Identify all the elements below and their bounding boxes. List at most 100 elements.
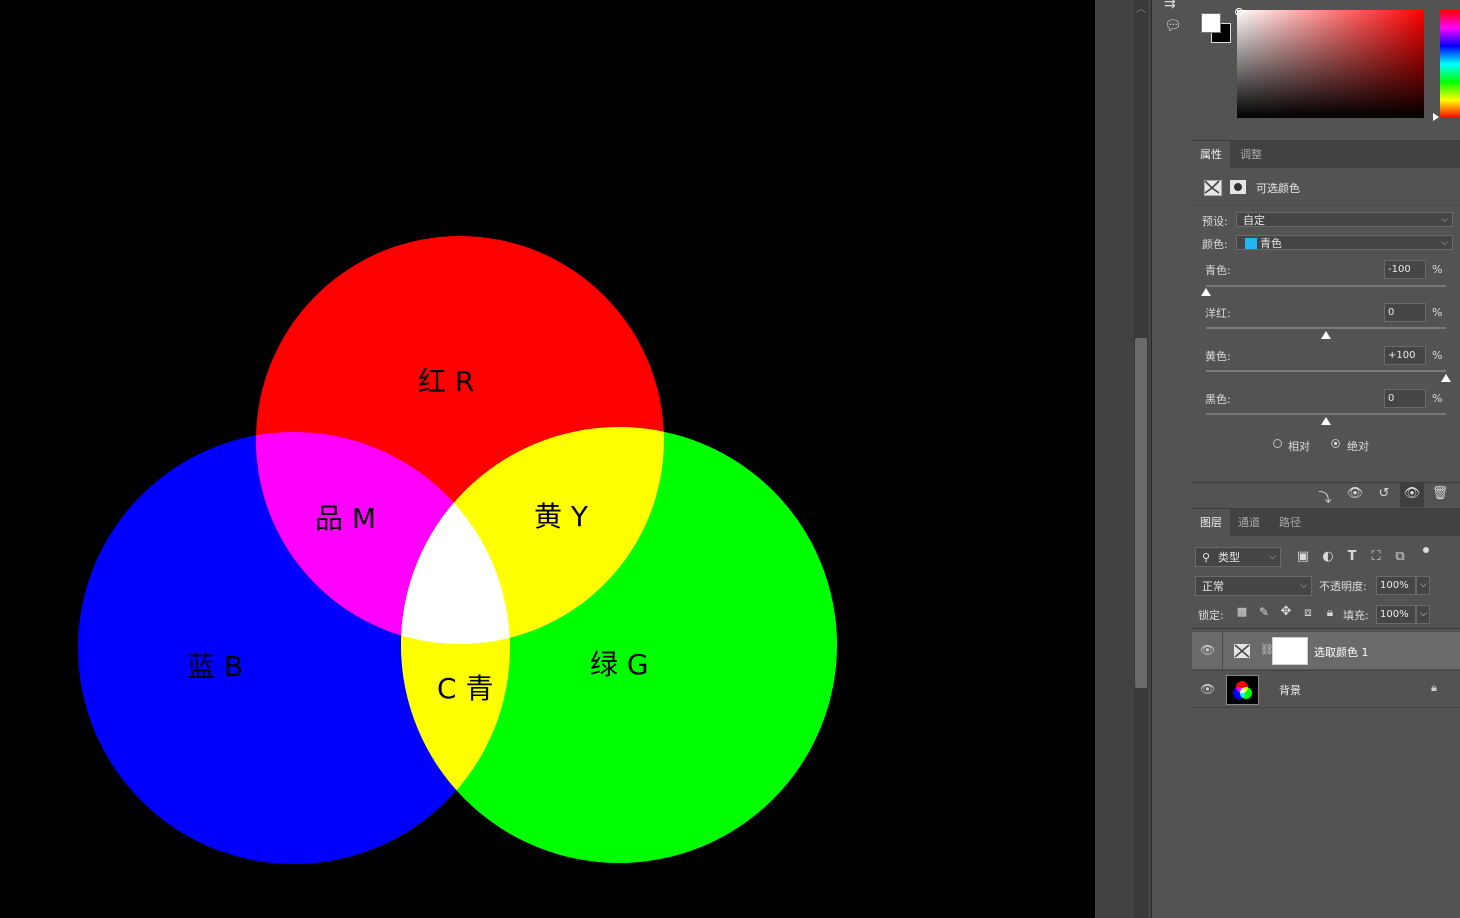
color-label: 颜色: — [1202, 238, 1228, 251]
magenta-slider-label: 洋红: — [1205, 307, 1231, 320]
cyan-unit: % — [1432, 263, 1443, 276]
filter-type-icon[interactable]: T — [1344, 549, 1360, 564]
cyan-slider-track[interactable] — [1206, 285, 1446, 287]
history-icon[interactable]: ⇶ — [1164, 0, 1176, 10]
preset-label: 预设: — [1202, 215, 1228, 228]
magenta-unit: % — [1432, 306, 1443, 319]
relative-radio[interactable] — [1273, 439, 1282, 448]
filter-smartobject-icon[interactable]: ⧉ — [1392, 549, 1408, 564]
cyan-value-input[interactable]: -100 — [1384, 260, 1426, 279]
panel-icon-strip: ⇶ 💬︎ — [1151, 0, 1193, 918]
color-field[interactable] — [1237, 10, 1424, 118]
chevron-down-icon: ⌵ — [1300, 581, 1307, 591]
yellow-unit: % — [1432, 349, 1443, 362]
black-unit: % — [1432, 392, 1443, 405]
hue-slider-thumb[interactable] — [1433, 113, 1439, 121]
chevron-down-icon: ⌵ — [1269, 552, 1276, 562]
opacity-input[interactable]: 100% — [1376, 576, 1416, 595]
layer-row-selective-color[interactable]: 👁︎ ⛓︎ 选取颜色 1 — [1192, 632, 1460, 669]
absolute-radio[interactable] — [1331, 439, 1340, 448]
filter-toggle-icon[interactable] — [1423, 547, 1429, 553]
visibility-toggle-button[interactable]: 👁︎ — [1400, 483, 1424, 507]
color-picker-marker[interactable] — [1235, 8, 1243, 16]
tab-paths[interactable]: 路径 — [1271, 509, 1309, 536]
scrollbar-thumb[interactable] — [1135, 338, 1147, 688]
black-slider-track[interactable] — [1206, 413, 1446, 415]
lock-all-icon[interactable]: 🔒︎ — [1322, 605, 1338, 620]
cyan-slider-label: 青色: — [1205, 264, 1231, 277]
black-slider-thumb[interactable] — [1321, 417, 1331, 425]
clip-to-layer-icon[interactable]: ⤵ — [1315, 487, 1335, 506]
properties-tabbar: 属性 调整 — [1192, 141, 1460, 168]
label-cyan: C 青 — [437, 672, 493, 705]
fill-input[interactable]: 100% — [1376, 605, 1416, 624]
yellow-slider-label: 黄色: — [1205, 350, 1231, 363]
opacity-label: 不透明度: — [1319, 580, 1367, 593]
view-previous-state-icon[interactable]: 👁︎ — [1344, 486, 1366, 501]
lock-icon: 🔒︎ — [1431, 681, 1437, 694]
filter-adjustment-icon[interactable]: ◐ — [1320, 549, 1336, 564]
filter-pixel-icon[interactable]: ▣ — [1295, 549, 1311, 564]
label-red: 红 R — [418, 365, 474, 398]
eye-icon: 👁︎ — [1403, 486, 1421, 501]
fill-dropdown-chevron-icon[interactable]: ⌵ — [1416, 605, 1430, 624]
layer-visibility-eye-icon[interactable]: 👁︎ — [1200, 643, 1215, 657]
layer-name[interactable]: 背景 — [1279, 682, 1301, 698]
blend-mode-value: 正常 — [1202, 580, 1224, 593]
hue-slider[interactable] — [1440, 10, 1460, 118]
tab-channels[interactable]: 通道 — [1230, 509, 1268, 536]
filter-shape-icon[interactable]: ⛶ — [1368, 549, 1384, 564]
chevron-down-icon: ⌵ — [1441, 215, 1448, 225]
color-swatch — [1245, 238, 1257, 249]
search-icon: ⚲ — [1202, 551, 1211, 564]
black-value-input[interactable]: 0 — [1384, 389, 1426, 408]
layer-mask-icon[interactable] — [1230, 180, 1246, 194]
comment-icon[interactable]: 💬︎ — [1164, 18, 1182, 34]
yellow-slider-track[interactable] — [1206, 370, 1446, 372]
preset-value: 自定 — [1243, 214, 1265, 227]
absolute-label: 绝对 — [1347, 440, 1369, 453]
lock-label: 锁定: — [1198, 609, 1224, 622]
layer-name[interactable]: 选取颜色 1 — [1314, 644, 1369, 660]
foreground-color-swatch[interactable] — [1201, 13, 1221, 33]
color-value: 青色 — [1260, 237, 1282, 250]
fill-label: 填充: — [1343, 609, 1369, 622]
cyan-slider-thumb[interactable] — [1201, 288, 1211, 296]
lock-position-move-icon[interactable]: ✥ — [1278, 604, 1294, 619]
label-magenta: 品 M — [315, 502, 376, 535]
preset-dropdown[interactable]: 自定 ⌵ — [1236, 212, 1453, 227]
scroll-up-arrow-icon[interactable]: ︿ — [1136, 0, 1146, 15]
magenta-value-input[interactable]: 0 — [1384, 303, 1426, 322]
document-canvas[interactable]: 红 R 品 M 黄 Y 蓝 B C 青 绿 G — [0, 0, 1095, 918]
yellow-value-input[interactable]: +100 — [1384, 346, 1426, 365]
black-slider-label: 黑色: — [1205, 393, 1231, 406]
yellow-slider-thumb[interactable] — [1441, 374, 1451, 382]
label-green: 绿 G — [590, 648, 649, 681]
opacity-dropdown-chevron-icon[interactable]: ⌵ — [1416, 576, 1430, 595]
tab-layers[interactable]: 图层 — [1192, 509, 1230, 536]
layer-row-background[interactable]: 👁︎ 背景 🔒︎ — [1192, 671, 1460, 708]
selective-color-icon — [1234, 644, 1250, 658]
layer-mask-thumbnail[interactable] — [1272, 637, 1308, 665]
rgb-venn-diagram: 红 R 品 M 黄 Y 蓝 B C 青 绿 G — [78, 236, 837, 864]
layer-divider — [1222, 632, 1223, 669]
tab-adjustments[interactable]: 调整 — [1232, 141, 1270, 168]
layer-visibility-eye-icon[interactable]: 👁︎ — [1200, 682, 1215, 696]
trash-icon[interactable]: 🗑︎ — [1430, 486, 1450, 501]
color-dropdown[interactable]: 青色 ⌵ — [1236, 235, 1453, 250]
adjustment-title: 可选颜色 — [1256, 182, 1300, 195]
label-blue: 蓝 B — [187, 650, 243, 683]
label-yellow: 黄 Y — [534, 500, 589, 533]
right-panel: 属性 调整 可选颜色 预设: 自定 ⌵ 颜色: 青色 ⌵ 青色: -100 % … — [1192, 0, 1460, 918]
lock-transparent-icon[interactable]: ▩ — [1234, 605, 1250, 618]
lock-artboard-icon[interactable]: ⧈ — [1300, 605, 1316, 620]
lock-pixels-brush-icon[interactable]: ✎ — [1256, 605, 1272, 619]
reset-icon[interactable]: ↺ — [1374, 486, 1394, 501]
selective-color-icon — [1204, 180, 1222, 196]
magenta-slider-thumb[interactable] — [1321, 331, 1331, 339]
tab-properties[interactable]: 属性 — [1192, 141, 1230, 168]
magenta-slider-track[interactable] — [1206, 327, 1446, 329]
background-layer-thumbnail — [1226, 675, 1259, 705]
blend-mode-dropdown[interactable]: 正常 ⌵ — [1195, 576, 1312, 596]
layer-filter-dropdown[interactable]: ⚲ 类型 ⌵ — [1195, 547, 1281, 567]
